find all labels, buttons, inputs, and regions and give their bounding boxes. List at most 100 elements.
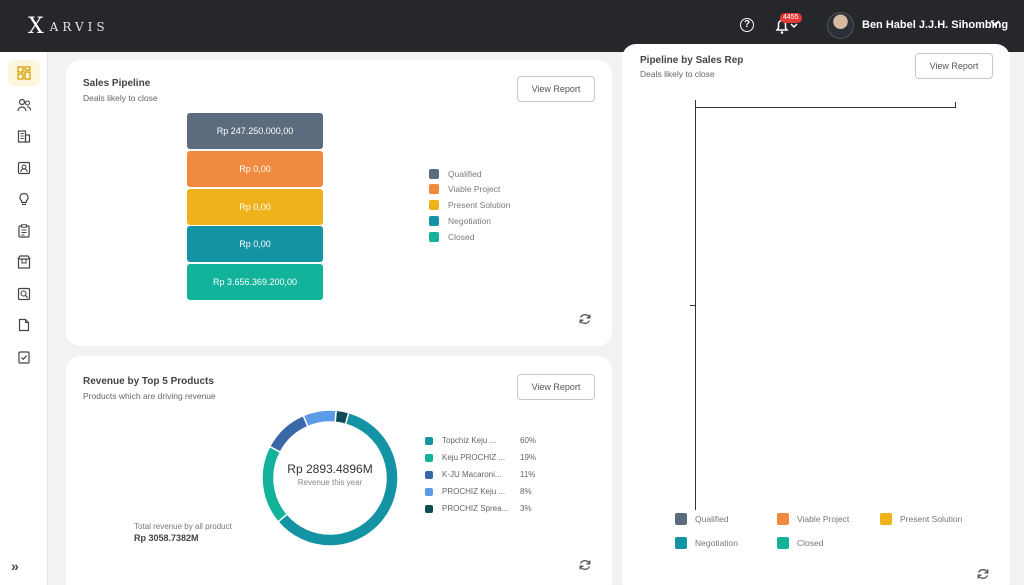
notification-badge: 4455 bbox=[780, 13, 802, 23]
product-pct: 60% bbox=[520, 436, 537, 445]
refresh-icon[interactable] bbox=[578, 558, 592, 572]
legend-label: Negotiation bbox=[448, 216, 492, 226]
total-revenue-label: Total revenue by all product bbox=[134, 522, 232, 531]
user-avatar[interactable] bbox=[827, 12, 854, 39]
rep-legend-item[interactable]: Closed bbox=[777, 537, 823, 549]
product-name: PROCHIZ Sprea... bbox=[442, 504, 509, 513]
funnel-stage-viable-project[interactable]: Rp 0,00 bbox=[187, 151, 323, 187]
legend-item[interactable]: Closed bbox=[429, 232, 474, 242]
legend-swatch bbox=[425, 487, 433, 496]
view-report-button[interactable]: View Report bbox=[517, 374, 595, 400]
card-subtitle: Deals likely to close bbox=[640, 69, 715, 79]
view-report-button[interactable]: View Report bbox=[915, 53, 993, 79]
legend-swatch bbox=[425, 504, 433, 513]
card-subtitle: Deals likely to close bbox=[83, 93, 158, 103]
legend-label: Viable Project bbox=[797, 514, 850, 524]
product-name: K-JU Macaroni... bbox=[442, 470, 502, 479]
product-legend-item[interactable]: PROCHIZ Keju ... 8% bbox=[425, 487, 532, 496]
sidebar-item-tasks[interactable] bbox=[8, 218, 40, 244]
chevron-down-icon[interactable] bbox=[990, 18, 1000, 28]
document-icon bbox=[18, 318, 30, 332]
sales-rep-chart-axes bbox=[690, 100, 956, 510]
product-pct: 3% bbox=[520, 504, 532, 513]
product-legend-item[interactable]: K-JU Macaroni... 11% bbox=[425, 470, 535, 479]
legend-label: Qualified bbox=[448, 169, 482, 179]
card-title: Pipeline by Sales Rep bbox=[640, 55, 744, 66]
dashboard-icon bbox=[17, 66, 31, 80]
user-name[interactable]: Ben Habel J.J.H. Sihombing bbox=[862, 19, 1008, 31]
card-title: Sales Pipeline bbox=[83, 78, 151, 89]
contact-card-icon bbox=[17, 161, 31, 175]
legend-swatch bbox=[429, 184, 439, 194]
lightbulb-icon bbox=[19, 192, 29, 206]
refresh-icon[interactable] bbox=[578, 312, 592, 326]
legend-swatch bbox=[425, 470, 433, 479]
sidebar-item-dashboard[interactable] bbox=[8, 60, 40, 86]
legend-swatch bbox=[880, 513, 892, 525]
legend-label: Qualified bbox=[695, 514, 729, 524]
product-name: Keju PROCHIZ ... bbox=[442, 453, 506, 462]
card-title: Revenue by Top 5 Products bbox=[83, 376, 214, 387]
legend-swatch bbox=[429, 200, 439, 210]
donut-center-value: Rp 2893.4896M bbox=[287, 462, 373, 476]
product-legend-item[interactable]: PROCHIZ Sprea... 3% bbox=[425, 504, 532, 513]
sales-pipeline-card: Sales Pipeline Deals likely to close Vie… bbox=[66, 60, 612, 346]
users-icon bbox=[17, 98, 31, 112]
legend-item[interactable]: Qualified bbox=[429, 169, 482, 179]
sidebar-item-contact-card[interactable] bbox=[8, 155, 40, 181]
rep-legend-item[interactable]: Present Solution bbox=[880, 513, 962, 525]
legend-swatch bbox=[675, 537, 687, 549]
building-icon bbox=[17, 130, 31, 143]
app-logo[interactable]: X ARVIS bbox=[28, 14, 109, 39]
legend-label: Present Solution bbox=[900, 514, 963, 524]
funnel-stage-qualified[interactable]: Rp 247.250.000,00 bbox=[187, 113, 323, 149]
rep-legend-item[interactable]: Negotiation bbox=[675, 537, 738, 549]
legend-item[interactable]: Present Solution bbox=[429, 200, 510, 210]
product-pct: 8% bbox=[520, 487, 532, 496]
legend-item[interactable]: Viable Project bbox=[429, 184, 500, 194]
legend-swatch bbox=[429, 216, 439, 226]
funnel-stage-negotiation[interactable]: Rp 0,00 bbox=[187, 226, 323, 262]
legend-label: Closed bbox=[448, 232, 475, 242]
product-pct: 11% bbox=[520, 470, 536, 479]
product-pct: 19% bbox=[520, 453, 537, 462]
total-revenue-value: Rp 3058.7382M bbox=[134, 533, 199, 543]
rep-legend-item[interactable]: Qualified bbox=[675, 513, 729, 525]
sidebar-item-companies[interactable] bbox=[8, 123, 40, 149]
donut-slice[interactable] bbox=[268, 414, 309, 454]
revenue-products-card: Revenue by Top 5 Products Products which… bbox=[66, 356, 612, 585]
legend-label: Negotiation bbox=[695, 538, 739, 548]
help-icon[interactable]: ? bbox=[740, 18, 754, 32]
legend-swatch bbox=[425, 436, 433, 445]
sidebar-item-products[interactable] bbox=[8, 249, 40, 275]
sidebar-item-contacts[interactable] bbox=[8, 92, 40, 118]
legend-swatch bbox=[425, 453, 433, 462]
sidebar-item-documents[interactable] bbox=[8, 312, 40, 338]
sidebar-item-leads[interactable] bbox=[8, 186, 40, 212]
funnel-stage-closed[interactable]: Rp 3.656.369.200,00 bbox=[187, 264, 323, 300]
legend-swatch bbox=[429, 169, 439, 179]
sidebar-expand-icon[interactable]: » bbox=[11, 558, 19, 574]
rep-legend-item[interactable]: Viable Project bbox=[777, 513, 849, 525]
box-icon bbox=[17, 255, 31, 269]
view-report-button[interactable]: View Report bbox=[517, 76, 595, 102]
card-subtitle: Products which are driving revenue bbox=[83, 391, 216, 401]
refresh-icon[interactable] bbox=[976, 567, 990, 581]
pipeline-rep-card: Pipeline by Sales Rep Deals likely to cl… bbox=[622, 44, 1010, 585]
legend-swatch bbox=[675, 513, 687, 525]
sidebar-item-search[interactable] bbox=[8, 281, 40, 307]
product-name: Topchiz Keju ... bbox=[442, 436, 497, 445]
logo-text: ARVIS bbox=[49, 19, 109, 34]
legend-swatch bbox=[429, 232, 439, 242]
sidebar-item-checklist[interactable] bbox=[8, 344, 40, 370]
funnel-stage-present-solution[interactable]: Rp 0,00 bbox=[187, 189, 323, 225]
donut-center-label: Revenue this year bbox=[297, 478, 363, 487]
product-name: PROCHIZ Keju ... bbox=[442, 487, 506, 496]
legend-item[interactable]: Negotiation bbox=[429, 216, 491, 226]
product-legend-item[interactable]: Keju PROCHIZ ... 19% bbox=[425, 453, 536, 462]
logo-icon: X bbox=[28, 14, 44, 39]
product-legend-item[interactable]: Topchiz Keju ... 60% bbox=[425, 436, 536, 445]
search-document-icon bbox=[17, 287, 31, 301]
donut-slice[interactable] bbox=[302, 409, 338, 428]
donut-slice[interactable] bbox=[334, 409, 350, 426]
